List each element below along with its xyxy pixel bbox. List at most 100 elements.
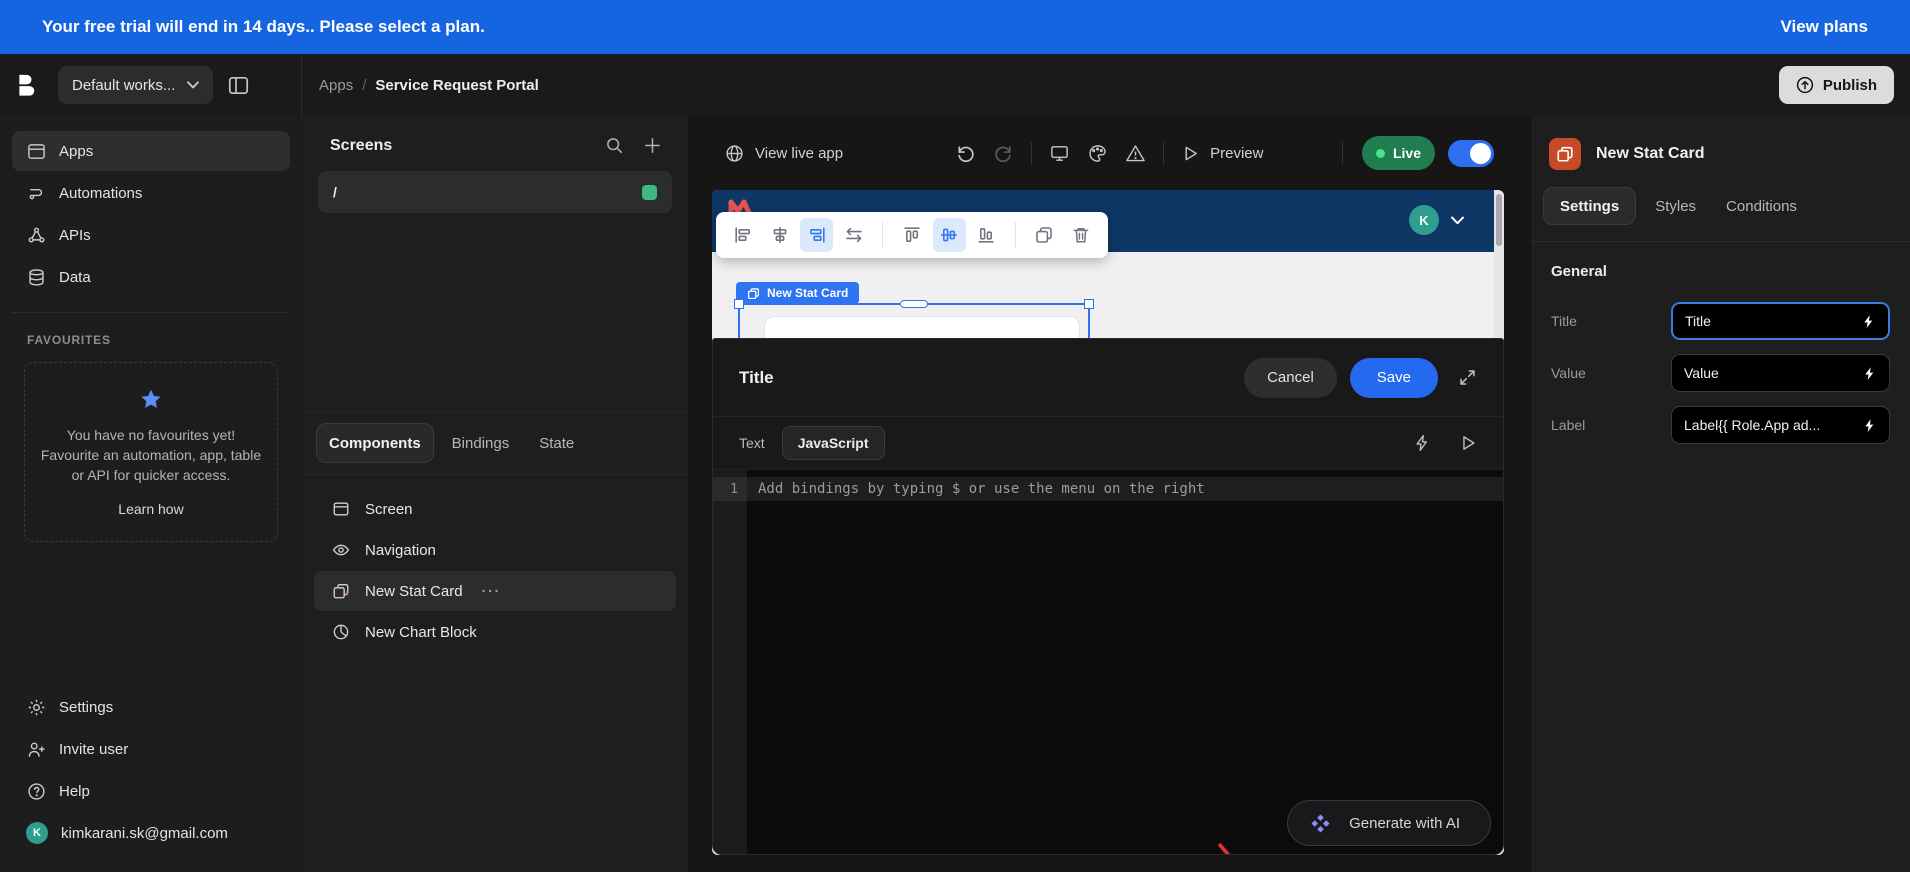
sidebar-item-data[interactable]: Data <box>12 257 290 297</box>
favourites-empty-state: You have no favourites yet! Favourite an… <box>24 362 278 542</box>
binding-bolt-icon[interactable] <box>1861 314 1876 329</box>
toolbar-divider <box>1031 142 1033 164</box>
resize-handle-top-left[interactable] <box>734 299 744 309</box>
play-icon[interactable] <box>1181 144 1200 163</box>
resize-handle-top-right[interactable] <box>1084 299 1094 309</box>
favourites-empty-text: You have no favourites yet! Favourite an… <box>35 425 267 485</box>
sidebar-item-settings[interactable]: Settings <box>12 687 290 727</box>
preview-user-avatar: K <box>1409 205 1439 235</box>
nav-divider <box>12 312 290 313</box>
sidebar-item-apps[interactable]: Apps <box>12 131 290 171</box>
tab-styles[interactable]: Styles <box>1644 187 1707 225</box>
user-avatar: K <box>26 822 48 844</box>
binding-bolt-icon[interactable] <box>1862 366 1877 381</box>
align-right-button[interactable] <box>800 218 834 252</box>
sidebar-item-label: Help <box>59 782 90 800</box>
gear-icon <box>26 698 46 717</box>
left-nav-sidebar: Apps Automations APIs Data FAVOURITES Yo… <box>0 116 302 872</box>
tab-text-mode[interactable]: Text <box>739 435 765 451</box>
tab-conditions[interactable]: Conditions <box>1715 187 1808 225</box>
budibase-logo-icon[interactable] <box>16 72 43 99</box>
theme-palette-icon[interactable] <box>1087 143 1108 164</box>
sidebar-item-label: Apps <box>59 142 94 160</box>
tree-item-new-chart-block[interactable]: New Chart Block <box>314 612 676 652</box>
preview-scrollbar-thumb[interactable] <box>1496 194 1502 246</box>
workspace-selector-label: Default works... <box>72 76 176 94</box>
sidebar-item-apis[interactable]: APIs <box>12 215 290 255</box>
warning-icon[interactable] <box>1125 143 1146 164</box>
sidebar-toggle-icon[interactable] <box>228 75 249 96</box>
align-left-button[interactable] <box>726 218 759 252</box>
align-center-horizontal-button[interactable] <box>763 218 796 252</box>
line-number: 1 <box>713 477 747 501</box>
align-bottom-button[interactable] <box>970 218 1003 252</box>
tree-item-label: New Chart Block <box>365 623 477 641</box>
view-plans-link[interactable]: View plans <box>1780 17 1868 37</box>
view-live-app-button[interactable]: View live app <box>725 144 843 163</box>
cancel-button[interactable]: Cancel <box>1244 357 1337 398</box>
editor-content[interactable]: Add bindings by typing $ or use the menu… <box>747 477 1503 854</box>
stat-card-component-icon <box>1549 138 1581 170</box>
workspace-selector[interactable]: Default works... <box>58 66 214 104</box>
duplicate-button[interactable] <box>1028 218 1061 252</box>
tab-bindings[interactable]: Bindings <box>440 423 522 463</box>
publish-button[interactable]: Publish <box>1778 66 1894 104</box>
screen-route-item[interactable]: / <box>318 171 672 213</box>
tree-item-screen[interactable]: Screen <box>314 489 676 529</box>
field-label: Value <box>1551 365 1586 381</box>
drawer-title: Title <box>739 367 774 387</box>
sidebar-item-automations[interactable]: Automations <box>12 173 290 213</box>
title-field[interactable]: Title <box>1671 302 1890 340</box>
run-icon[interactable] <box>1459 434 1477 452</box>
tab-state[interactable]: State <box>527 423 586 463</box>
binding-bolt-icon[interactable] <box>1862 418 1877 433</box>
live-status-label: Live <box>1392 145 1421 161</box>
value-field[interactable]: Value <box>1671 354 1890 392</box>
search-icon[interactable] <box>605 136 624 155</box>
sidebar-item-invite-user[interactable]: Invite user <box>12 729 290 769</box>
label-field[interactable]: Label{{ Role.App ad... <box>1671 406 1890 444</box>
stat-card-icon <box>331 582 351 600</box>
section-title: General <box>1551 263 1607 280</box>
align-top-button[interactable] <box>895 218 928 252</box>
device-desktop-icon[interactable] <box>1049 143 1070 164</box>
delete-button[interactable] <box>1065 218 1098 252</box>
generate-with-ai-button[interactable]: Generate with AI <box>1287 800 1491 846</box>
sidebar-item-help[interactable]: Help <box>12 771 290 811</box>
save-button[interactable]: Save <box>1349 357 1438 398</box>
tree-item-navigation[interactable]: Navigation <box>314 530 676 570</box>
bindings-bolt-icon[interactable] <box>1413 434 1431 452</box>
tree-item-new-stat-card[interactable]: New Stat Card ··· <box>314 571 676 611</box>
inspector-panel: New Stat Card Settings Styles Conditions… <box>1530 116 1910 872</box>
redo-icon[interactable] <box>993 143 1014 164</box>
live-toggle[interactable] <box>1448 139 1494 167</box>
tab-components[interactable]: Components <box>316 423 434 463</box>
tree-item-label: Screen <box>365 500 413 518</box>
app-builder-window: Your free trial will end in 14 days.. Pl… <box>0 0 1910 872</box>
resize-handle-top-center[interactable] <box>900 300 928 308</box>
learn-how-link[interactable]: Learn how <box>35 501 267 517</box>
component-action-toolbar <box>716 212 1108 258</box>
add-screen-icon[interactable] <box>643 136 662 155</box>
swap-direction-button[interactable] <box>837 218 870 252</box>
expand-drawer-icon[interactable] <box>1458 368 1477 387</box>
code-editor[interactable]: 1 Add bindings by typing $ or use the me… <box>713 470 1503 854</box>
tab-settings[interactable]: Settings <box>1543 187 1637 225</box>
sidebar-item-label: Settings <box>59 698 114 716</box>
canvas-toolbar-right: Live <box>1341 136 1494 170</box>
component-panel-tabs: Components Bindings State <box>302 411 688 475</box>
sidebar-item-label: Invite user <box>59 740 129 758</box>
tree-item-label: New Stat Card <box>365 582 463 600</box>
more-options-icon[interactable]: ··· <box>482 583 502 600</box>
undo-icon[interactable] <box>955 143 976 164</box>
tab-javascript-mode[interactable]: JavaScript <box>781 426 885 460</box>
align-middle-vertical-button[interactable] <box>932 218 966 252</box>
breadcrumb-page-title: Service Request Portal <box>375 76 539 94</box>
topbar: Default works... Apps / Service Request … <box>0 54 1910 116</box>
editor-placeholder-line: Add bindings by typing $ or use the menu… <box>747 477 1503 501</box>
account-menu[interactable]: K kimkarani.sk@gmail.com <box>12 813 290 853</box>
preview-user-menu[interactable]: K <box>1409 205 1464 235</box>
screens-panel-title: Screens <box>330 136 393 154</box>
breadcrumb-apps[interactable]: Apps <box>319 77 353 94</box>
preview-button-label[interactable]: Preview <box>1210 145 1263 162</box>
